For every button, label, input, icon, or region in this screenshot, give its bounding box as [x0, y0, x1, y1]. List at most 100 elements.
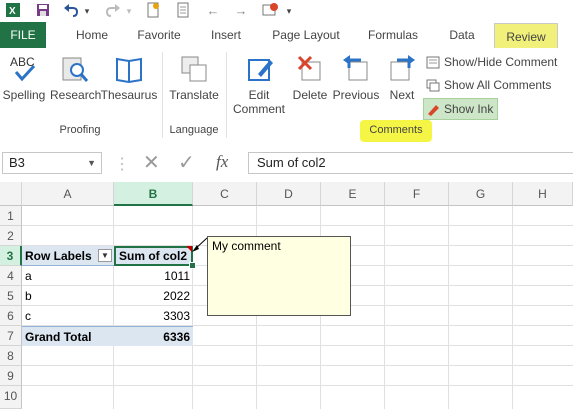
column-header-d[interactable]: D	[257, 182, 321, 206]
row-header-7[interactable]: 7	[0, 326, 22, 346]
tab-favorite[interactable]: Favorite	[130, 22, 188, 48]
row-header-3[interactable]: 3	[0, 246, 22, 266]
row-header-4[interactable]: 4	[0, 266, 22, 286]
edit-comment-icon	[244, 54, 274, 84]
chevron-down-icon[interactable]: ▼	[87, 153, 96, 173]
next-comment-button[interactable]: Next	[382, 54, 422, 102]
help-icon[interactable]	[260, 2, 280, 20]
tab-page-layout[interactable]: Page Layout	[266, 22, 346, 48]
thesaurus-label: Thesaurus	[100, 88, 158, 102]
show-all-comments-button[interactable]: Show All Comments	[424, 75, 551, 95]
row-header-9[interactable]: 9	[0, 366, 22, 386]
select-all-corner[interactable]	[0, 182, 22, 206]
svg-text:X: X	[9, 6, 16, 17]
spelling-button[interactable]: ABC Spelling	[2, 54, 46, 102]
row-header-6[interactable]: 6	[0, 306, 22, 326]
show-hide-comment-label: Show/Hide Comment	[444, 55, 558, 69]
name-box-value: B3	[9, 155, 25, 170]
previous-comment-icon	[341, 54, 371, 84]
show-hide-comment-icon	[426, 55, 440, 69]
gridline	[22, 385, 573, 386]
spelling-label: Spelling	[2, 88, 46, 102]
tab-insert[interactable]: Insert	[202, 22, 250, 48]
pivot-grand-total-value[interactable]: 6336	[114, 326, 193, 346]
excel-icon: X	[4, 2, 22, 20]
research-icon	[59, 54, 89, 84]
pivot-row-label[interactable]: a	[22, 266, 114, 286]
pivot-row-labels-header[interactable]: Row Labels ▼	[22, 246, 114, 266]
edit-comment-button[interactable]: Edit Comment	[230, 54, 288, 116]
research-button[interactable]: Research	[50, 54, 102, 102]
tab-formulas[interactable]: Formulas	[360, 22, 426, 48]
column-header-g[interactable]: G	[449, 182, 513, 206]
column-header-b[interactable]: B	[114, 182, 193, 206]
gridline	[22, 365, 573, 366]
previous-comment-button[interactable]: Previous	[332, 54, 380, 102]
edit-comment-label-line1: Edit	[248, 88, 270, 102]
enter-icon[interactable]: ✓	[178, 150, 195, 175]
undo-dropdown-icon[interactable]: ▾	[82, 2, 92, 20]
comment-box[interactable]: My comment	[207, 236, 351, 316]
next-comment-icon	[387, 54, 417, 84]
tab-file[interactable]: FILE	[0, 22, 46, 48]
thesaurus-button[interactable]: Thesaurus	[100, 54, 158, 102]
proofing-group-label: Proofing	[59, 124, 101, 136]
show-all-comments-label: Show All Comments	[444, 78, 552, 92]
tab-review[interactable]: Review	[491, 22, 561, 50]
pivot-row-label[interactable]: c	[22, 306, 114, 326]
pivot-grand-total-label[interactable]: Grand Total	[22, 326, 114, 346]
formula-dots-icon: ⋮	[114, 156, 130, 173]
pivot-row-value[interactable]: 3303	[114, 306, 193, 326]
gridline	[22, 225, 573, 226]
redo-icon[interactable]	[104, 2, 122, 20]
row-header-8[interactable]: 8	[0, 346, 22, 366]
redo-dropdown-icon[interactable]: ▾	[124, 2, 134, 20]
customize-qat-icon[interactable]: ▾	[284, 2, 294, 20]
undo-icon[interactable]	[62, 2, 80, 20]
column-header-f[interactable]: F	[385, 182, 449, 206]
translate-button[interactable]: Translate	[166, 54, 222, 102]
delete-comment-button[interactable]: Delete	[290, 54, 330, 102]
edit-comment-label-line2: Comment	[232, 102, 285, 116]
back-icon[interactable]: ←	[204, 2, 222, 20]
next-label: Next	[389, 88, 415, 102]
pivot-row-value[interactable]: 2022	[114, 286, 193, 306]
filter-dropdown-icon[interactable]: ▼	[98, 249, 112, 262]
column-header-e[interactable]: E	[321, 182, 385, 206]
pivot-row-value[interactable]: 1011	[114, 266, 193, 286]
save-icon[interactable]	[34, 2, 52, 20]
show-hide-comment-button[interactable]: Show/Hide Comment	[424, 52, 557, 72]
name-box[interactable]: B3 ▼	[2, 152, 102, 174]
show-ink-button[interactable]: Show Ink	[423, 98, 499, 120]
new-icon[interactable]	[144, 2, 162, 20]
group-separator	[162, 52, 163, 138]
comment-text: My comment	[212, 239, 281, 253]
tab-home[interactable]: Home	[66, 22, 118, 48]
formula-input[interactable]: Sum of col2	[248, 152, 573, 174]
thesaurus-icon	[114, 54, 144, 84]
delete-comment-icon	[295, 54, 325, 84]
row-header-10[interactable]: 10	[0, 386, 22, 409]
comments-group-label: Comments	[369, 124, 423, 136]
cancel-icon[interactable]: ✕	[143, 150, 160, 175]
forward-icon[interactable]: →	[232, 2, 250, 20]
gridline	[448, 206, 449, 409]
column-header-c[interactable]: C	[193, 182, 257, 206]
pivot-value-header[interactable]: Sum of col2	[114, 246, 193, 266]
row-header-5[interactable]: 5	[0, 286, 22, 306]
ribbon: ABC Spelling Research Thesaurus Proofing…	[0, 48, 573, 145]
open-icon[interactable]	[174, 2, 192, 20]
quick-access-toolbar: X ▾ ▾ ← → ▾	[0, 0, 573, 22]
column-header-h[interactable]: H	[513, 182, 573, 206]
tab-data[interactable]: Data	[442, 22, 482, 48]
language-group-label: Language	[169, 124, 219, 136]
column-header-a[interactable]: A	[22, 182, 114, 206]
research-label: Research	[50, 88, 102, 102]
row-header-1[interactable]: 1	[0, 206, 22, 226]
gridline	[512, 206, 513, 409]
formula-bar: B3 ▼ ⋮ ✕ ✓ fx Sum of col2	[0, 144, 573, 183]
pivot-row-label[interactable]: b	[22, 286, 114, 306]
ribbon-tabs: FILE Home Favorite Insert Page Layout Fo…	[0, 22, 573, 50]
row-header-2[interactable]: 2	[0, 226, 22, 246]
insert-function-icon[interactable]: fx	[216, 152, 228, 172]
